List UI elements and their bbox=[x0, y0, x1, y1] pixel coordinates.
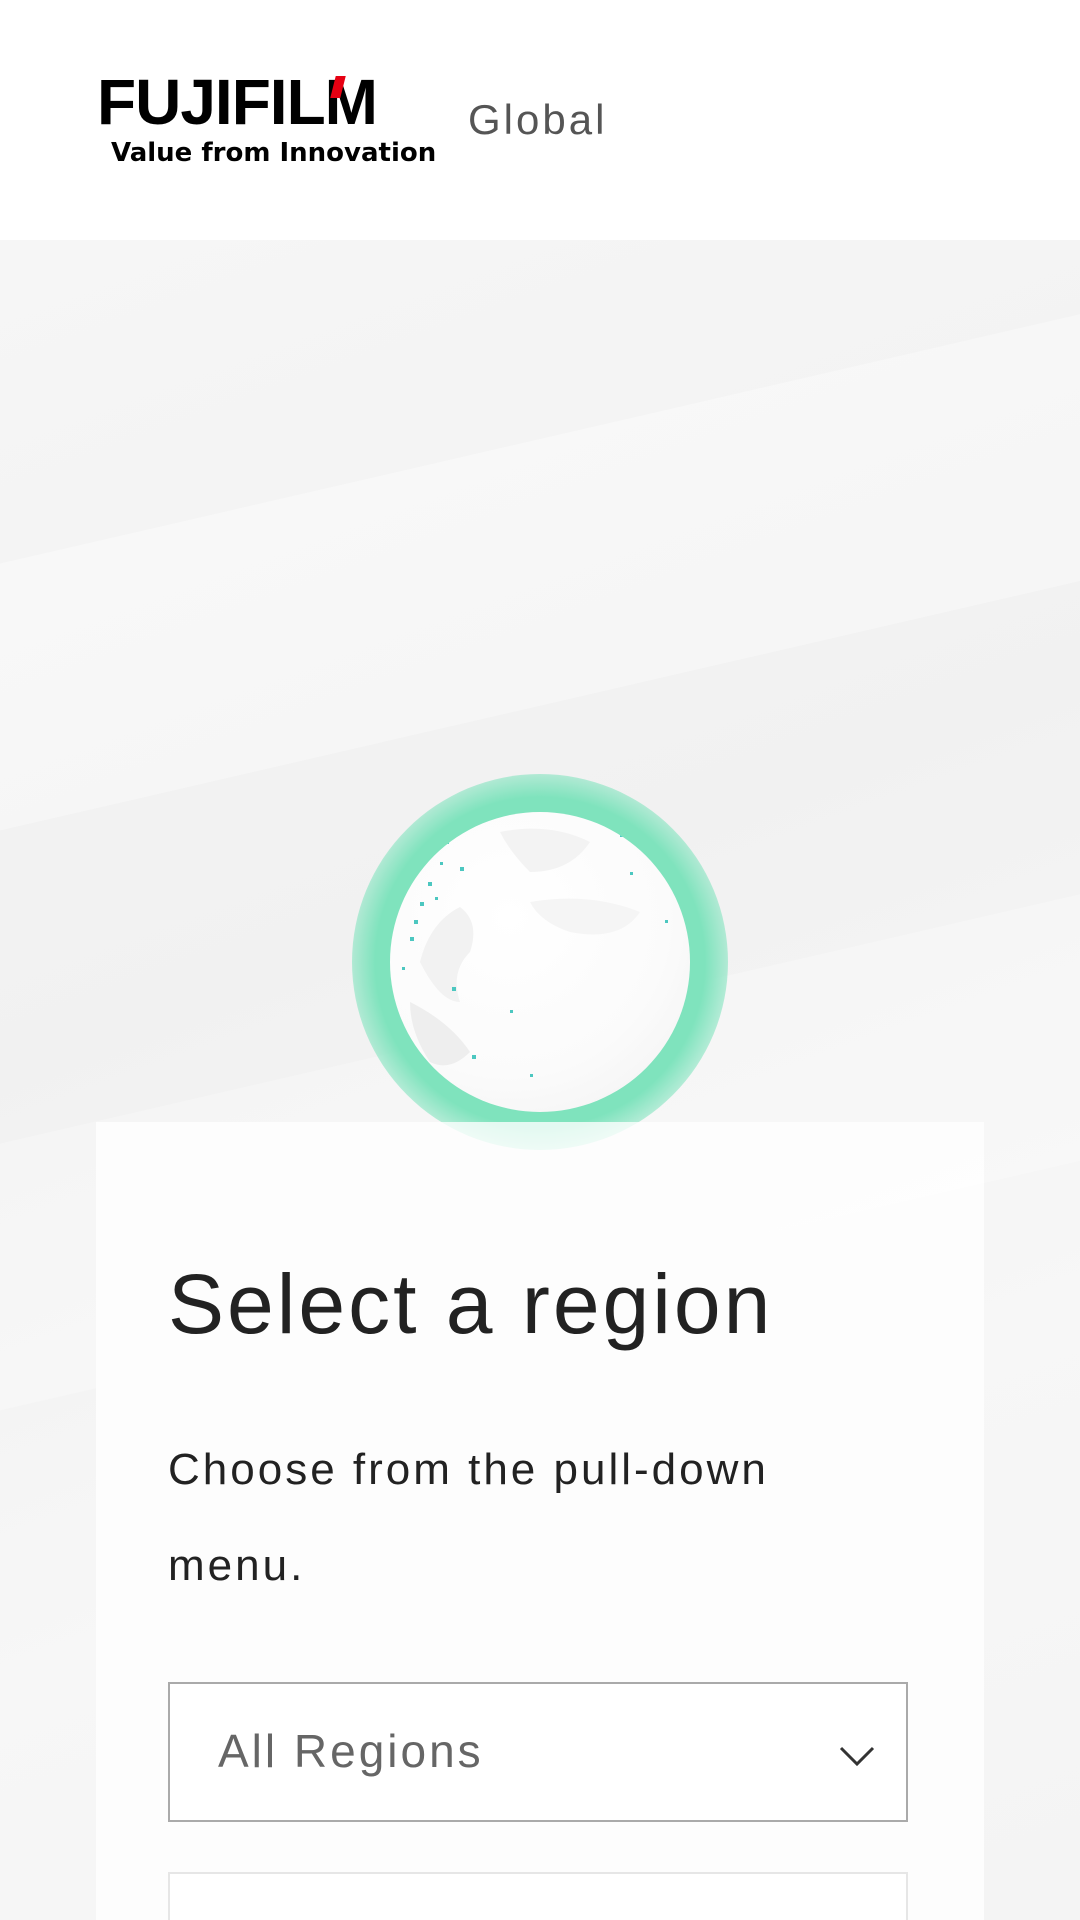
region-dropdown-value: All Regions bbox=[218, 1725, 484, 1777]
site-label[interactable]: Global bbox=[468, 96, 607, 144]
instruction-text: Choose from the pull-down menu. bbox=[168, 1445, 769, 1590]
globe-sphere bbox=[390, 812, 690, 1112]
logo-tagline: Value from Innovation bbox=[111, 138, 437, 168]
region-dropdown[interactable]: All Regions bbox=[168, 1682, 908, 1822]
globe-icon bbox=[352, 774, 728, 1150]
page-title: Select a region bbox=[168, 1257, 774, 1351]
chevron-down-icon bbox=[839, 1746, 875, 1767]
secondary-dropdown[interactable] bbox=[168, 1872, 908, 1920]
site-header: FUJIFILM Value from Innovation Global bbox=[0, 0, 1080, 240]
fujifilm-logo[interactable]: FUJIFILM Value from Innovation bbox=[97, 70, 436, 170]
region-card: Select a region Choose from the pull-dow… bbox=[96, 1122, 984, 1920]
globe-continents bbox=[402, 828, 668, 1077]
hero-background: Select a region Choose from the pull-dow… bbox=[0, 240, 1080, 1920]
